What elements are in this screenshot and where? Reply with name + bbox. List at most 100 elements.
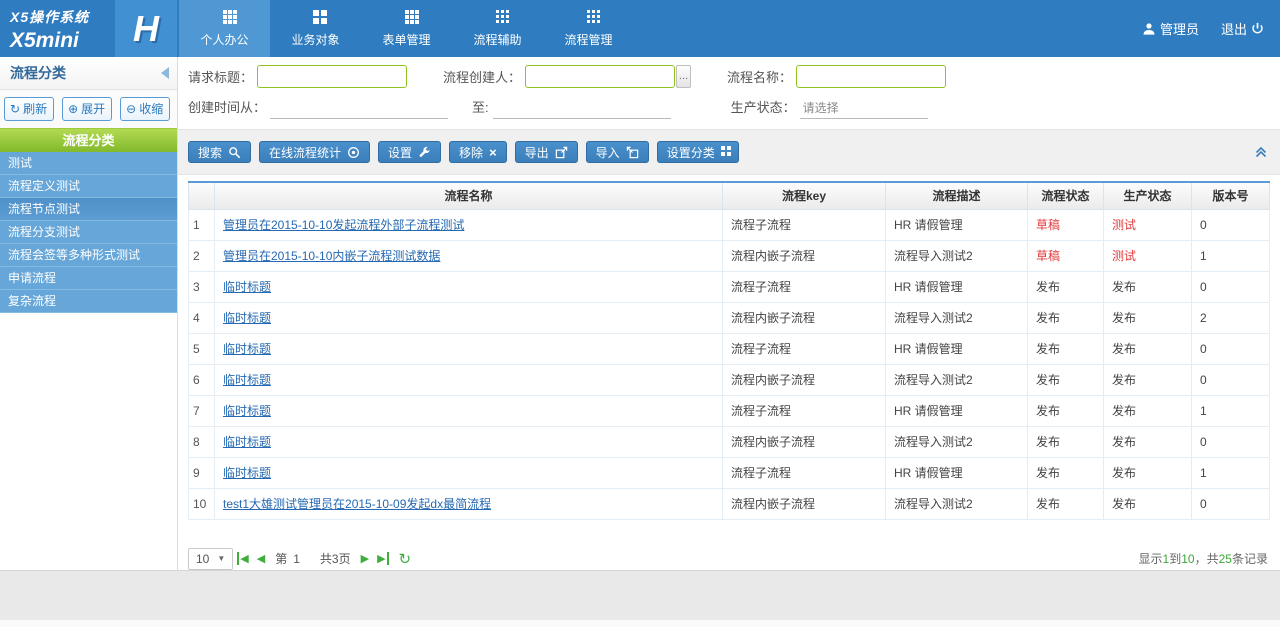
tree-item-test[interactable]: 测试 [0,152,177,175]
row-key-cell: 流程子流程 [723,209,886,240]
process-name-link[interactable]: 管理员在2015-10-10发起流程外部子流程测试 [223,218,464,232]
logo-letter: H [133,8,159,50]
reload-grid-icon[interactable]: ↻ [399,550,412,568]
app-title: X5操作系统 [10,7,115,27]
row-index: 10 [189,488,215,519]
creator-input[interactable] [525,65,675,88]
process-name-link[interactable]: test1大雄测试管理员在2015-10-09发起dx最简流程 [223,497,491,511]
filter-row-1: 请求标题： 流程创建人： … 流程名称： [178,57,1280,93]
power-icon [1251,22,1264,35]
tree-item-process-node-test[interactable]: 流程节点测试 [0,198,177,221]
search-button[interactable]: 搜索 [188,141,251,163]
import-button[interactable]: 导入 [586,141,649,163]
current-page-input[interactable]: 1 [293,552,300,566]
sidebar-toolbar: ↻ 刷新 ⊕ 展开 ⊖ 收缩 [0,90,177,128]
next-page-button[interactable]: ▶ [361,552,369,565]
col-index [189,182,215,209]
expand-button[interactable]: ⊕ 展开 [62,97,112,121]
process-name-link[interactable]: 临时标题 [223,404,271,418]
panel-title-label: 流程分类 [10,63,66,83]
grid-toolbar: 搜索 在线流程统计 设置 移除 × 导出 [178,129,1280,175]
created-from-label: 创建时间从： [188,97,266,116]
app-window: X5操作系统 X5mini H 个人办公 业务对象 表单管理 流程辅助 [0,0,1280,627]
export-button[interactable]: 导出 [515,141,578,163]
process-name-link[interactable]: 临时标题 [223,342,271,356]
col-prod-status: 生产状态 [1104,182,1192,209]
settings-button[interactable]: 设置 [378,141,441,163]
page-size-select[interactable]: 10 ▼ [188,548,233,570]
online-stats-label: 在线流程统计 [269,144,341,161]
refresh-button[interactable]: ↻ 刷新 [4,97,54,121]
collapse-label: 收缩 [139,100,163,117]
creator-picker-button[interactable]: … [676,65,691,88]
row-desc-cell: 流程导入测试2 [886,426,1028,457]
tiles-icon [405,10,409,26]
created-to-input[interactable] [493,99,671,119]
tree-header: 流程分类 [0,128,177,152]
row-prod-cell: 发布 [1104,395,1192,426]
nav-tab-business-objects[interactable]: 业务对象 [270,0,361,57]
row-status-cell: 发布 [1028,271,1104,302]
row-prod-cell: 发布 [1104,333,1192,364]
tree-item-complex-process[interactable]: 复杂流程 [0,290,177,313]
panel-collapse-arrow-icon[interactable] [161,67,169,79]
prev-page-button[interactable]: ◀ [257,552,265,565]
process-name-group: 流程名称： [727,65,946,88]
tree-item-process-definition-test[interactable]: 流程定义测试 [0,175,177,198]
process-name-link[interactable]: 管理员在2015-10-10内嵌子流程测试数据 [223,249,440,263]
row-name-cell: 临时标题 [215,364,723,395]
process-name-link[interactable]: 临时标题 [223,373,271,387]
tree-item-application-process[interactable]: 申请流程 [0,267,177,290]
row-status-cell: 发布 [1028,364,1104,395]
online-stats-button[interactable]: 在线流程统计 [259,141,370,163]
nav-tab-label: 业务对象 [291,31,339,48]
table-row: 6 临时标题 流程内嵌子流程 流程导入测试2 发布 发布 0 [189,364,1270,395]
request-title-input[interactable] [257,65,407,88]
current-user[interactable]: 管理员 [1142,19,1199,38]
row-prod-cell: 发布 [1104,426,1192,457]
nav-tab-form-management[interactable]: 表单管理 [361,0,452,57]
process-name-link[interactable]: 临时标题 [223,280,271,294]
request-title-group: 请求标题： [188,65,407,88]
tree-item-process-branch-test[interactable]: 流程分支测试 [0,221,177,244]
footer-bar [0,570,1280,620]
last-page-button[interactable]: ▶ [377,552,388,565]
row-prod-cell: 测试 [1104,209,1192,240]
col-process-status: 流程状态 [1028,182,1104,209]
process-name-link[interactable]: 临时标题 [223,466,271,480]
row-status-cell: 发布 [1028,457,1104,488]
collapse-button[interactable]: ⊖ 收缩 [120,97,170,121]
sidebar: 流程分类 ↻ 刷新 ⊕ 展开 ⊖ 收缩 流程分类 测试 [0,57,178,570]
row-name-cell: 管理员在2015-10-10发起流程外部子流程测试 [215,209,723,240]
row-name-cell: 临时标题 [215,271,723,302]
table-row: 10 test1大雄测试管理员在2015-10-09发起dx最简流程 流程内嵌子… [189,488,1270,519]
nav-tab-process-assist[interactable]: 流程辅助 [452,0,543,57]
row-version-cell: 0 [1192,333,1270,364]
sidebar-panel-title: 流程分类 [0,57,177,90]
brand: X5操作系统 X5mini H [0,0,177,57]
tree-item-process-countersign-test[interactable]: 流程会签等多种形式测试 [0,244,177,267]
row-key-cell: 流程内嵌子流程 [723,426,886,457]
nav-tab-personal-office[interactable]: 个人办公 [179,0,270,57]
remove-button[interactable]: 移除 × [449,141,507,163]
process-name-input[interactable] [796,65,946,88]
table-row: 7 临时标题 流程子流程 HR 请假管理 发布 发布 1 [189,395,1270,426]
set-category-button[interactable]: 设置分类 [657,141,739,163]
process-name-link[interactable]: 临时标题 [223,311,271,325]
nav-tab-process-management[interactable]: 流程管理 [543,0,634,57]
table-row: 9 临时标题 流程子流程 HR 请假管理 发布 发布 1 [189,457,1270,488]
created-to-group: 至: [472,97,671,119]
remove-label: 移除 [459,144,483,161]
logout-button[interactable]: 退出 [1221,19,1264,38]
first-page-button[interactable]: ◀ [237,552,248,565]
created-from-input[interactable] [270,99,448,119]
main-content: 请求标题： 流程创建人： … 流程名称： 创建时间从： [178,57,1280,570]
row-version-cell: 0 [1192,488,1270,519]
top-bar: X5操作系统 X5mini H 个人办公 业务对象 表单管理 流程辅助 [0,0,1280,57]
process-name-link[interactable]: 临时标题 [223,435,271,449]
row-version-cell: 1 [1192,240,1270,271]
row-version-cell: 2 [1192,302,1270,333]
prod-status-select[interactable]: 请选择 [800,97,928,119]
filter-row-2: 创建时间从： 至: 生产状态： 请选择 [178,93,1280,129]
collapse-panel-chevron-icon[interactable] [1254,145,1268,159]
